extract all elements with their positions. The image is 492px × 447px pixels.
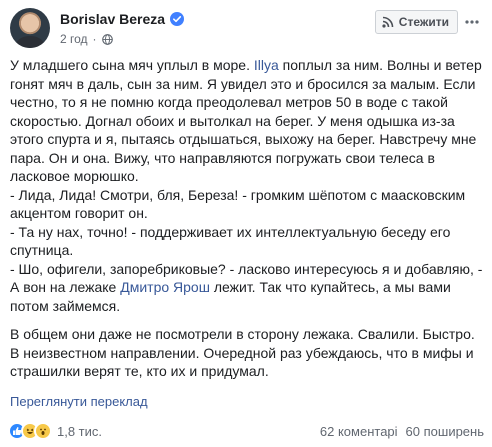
post-footer: 1,8 тис. 62 коментарі 60 поширень xyxy=(8,420,484,442)
post-meta: 2 год · xyxy=(60,31,113,47)
wow-icon xyxy=(34,422,52,440)
see-translation-link[interactable]: Переглянути переклад xyxy=(10,394,148,409)
more-icon xyxy=(465,20,479,24)
post-text-segment: поплыл за ним. Волны и ветер гонят мяч в… xyxy=(10,57,483,295)
meta-separator: · xyxy=(92,32,97,46)
post-body: У младшего сына мяч уплыл в море. Illya … xyxy=(10,56,484,391)
rss-icon xyxy=(382,16,394,28)
avatar[interactable] xyxy=(10,8,50,48)
author-name[interactable]: Borislav Bereza xyxy=(60,11,165,27)
shares-count[interactable]: 60 поширень xyxy=(406,424,484,439)
follow-button[interactable]: Стежити xyxy=(374,10,458,34)
post-text-segment: В общем они даже не посмотрели в сторону… xyxy=(10,326,479,379)
comments-count[interactable]: 62 коментарі xyxy=(320,424,398,439)
more-options-button[interactable] xyxy=(462,12,482,32)
reaction-count: 1,8 тис. xyxy=(57,423,103,439)
post-text-segment: У младшего сына мяч уплыл в море. xyxy=(10,57,254,73)
follow-label: Стежити xyxy=(398,15,449,29)
post-stats: 62 коментарі 60 поширень xyxy=(320,424,484,439)
globe-icon xyxy=(101,33,113,45)
post-paragraph: У младшего сына мяч уплыл в море. Illya … xyxy=(10,56,484,315)
author-row: Borislav Bereza xyxy=(60,9,185,29)
mention-link[interactable]: Дмитро Ярош xyxy=(120,279,210,295)
verified-icon xyxy=(170,12,185,26)
reactions-summary[interactable]: 1,8 тис. xyxy=(8,422,102,440)
post-header: Borislav Bereza 2 год · Стежити xyxy=(10,6,484,50)
post-time[interactable]: 2 год xyxy=(60,32,88,46)
mention-link[interactable]: Illya xyxy=(254,57,279,73)
post-paragraph: В общем они даже не посмотрели в сторону… xyxy=(10,325,484,381)
